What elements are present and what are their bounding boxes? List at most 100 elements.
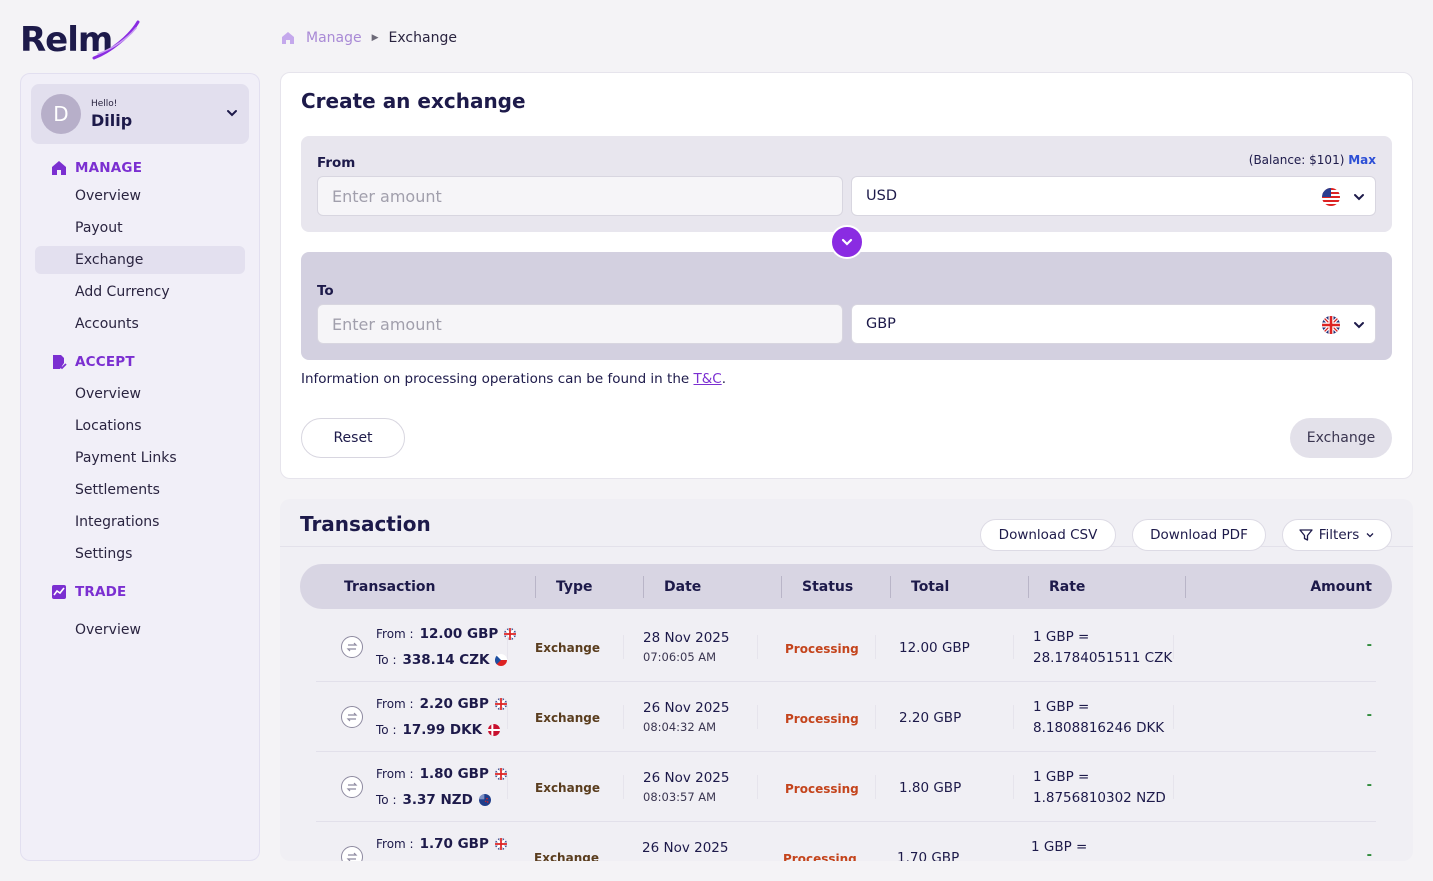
date-cell: 26 Nov 2025: [642, 840, 729, 856]
uk-flag-icon: [494, 698, 507, 710]
type-cell: Exchange: [535, 781, 600, 795]
from-prefix: From :: [376, 627, 414, 641]
status-badge: Processing: [785, 642, 859, 656]
user-name: Dilip: [91, 111, 133, 130]
reset-button[interactable]: Reset: [301, 418, 405, 458]
column-separator: [1013, 705, 1014, 729]
status-badge: Processing: [785, 712, 859, 726]
sidebar-item-manage-overview[interactable]: Overview: [35, 182, 245, 210]
status-badge: Processing: [785, 782, 859, 796]
column-separator: [757, 705, 758, 729]
table-header: Transaction Type Date Status Total Rate …: [300, 564, 1392, 609]
col-total[interactable]: Total: [911, 564, 949, 609]
balance-info: (Balance: $101) Max: [1249, 153, 1376, 167]
sidebar-item-settings[interactable]: Settings: [35, 540, 245, 568]
column-separator: [643, 576, 644, 598]
table-row[interactable]: From : 1.70 GBP Exchange 26 Nov 2025 Pro…: [316, 822, 1376, 861]
column-separator: [1028, 576, 1029, 598]
to-currency-select[interactable]: GBP: [851, 304, 1376, 344]
rate-line-2: 1.8756810302 NZD: [1033, 790, 1166, 806]
chevron-right-icon: ▶: [371, 33, 379, 43]
balance-text: (Balance: $101): [1248, 153, 1345, 167]
sidebar-item-locations[interactable]: Locations: [35, 412, 245, 440]
total-cell: 1.70 GBP: [897, 850, 960, 861]
sidebar-item-accept-overview[interactable]: Overview: [35, 380, 245, 408]
sidebar-item-payout[interactable]: Payout: [35, 214, 245, 242]
col-date[interactable]: Date: [664, 564, 701, 609]
max-button[interactable]: Max: [1348, 153, 1376, 167]
sidebar-item-exchange[interactable]: Exchange: [35, 246, 245, 274]
amount-cell: -: [1366, 638, 1372, 653]
terms-link[interactable]: T&C: [693, 371, 721, 387]
user-menu[interactable]: D Hello! Dilip: [31, 84, 249, 144]
column-separator: [507, 635, 508, 659]
column-separator: [623, 775, 624, 799]
uk-flag-icon: [494, 838, 507, 850]
section-title: MANAGE: [75, 160, 143, 176]
swap-currencies-button[interactable]: [830, 225, 864, 259]
column-separator: [1013, 775, 1014, 799]
breadcrumb-manage-link[interactable]: Manage: [306, 30, 362, 46]
column-separator: [875, 705, 876, 729]
chevron-down-icon[interactable]: [225, 106, 239, 120]
col-transaction[interactable]: Transaction: [344, 564, 436, 609]
uk-flag-icon: [494, 768, 507, 780]
to-panel: To GBP: [301, 252, 1392, 360]
transactions-section: Transaction Download CSV Download PDF Fi…: [280, 499, 1413, 861]
to-line: To : 338.14 CZK: [376, 652, 508, 668]
transactions-title: Transaction: [300, 512, 431, 536]
sidebar-item-add-currency[interactable]: Add Currency: [35, 278, 245, 306]
sidebar-item-integrations[interactable]: Integrations: [35, 508, 245, 536]
home-icon[interactable]: [280, 30, 296, 46]
brand-logo[interactable]: Relm: [20, 18, 140, 62]
amount-cell: -: [1366, 708, 1372, 723]
filters-button[interactable]: Filters: [1282, 519, 1392, 551]
sidebar-item-payment-links[interactable]: Payment Links: [35, 444, 245, 472]
chevron-down-icon: [1354, 194, 1364, 201]
rate-line-1: 1 GBP =: [1033, 699, 1090, 715]
status-badge: Processing: [783, 852, 857, 861]
rate-line-1: 1 GBP =: [1031, 839, 1088, 855]
type-cell: Exchange: [534, 851, 599, 861]
download-csv-button[interactable]: Download CSV: [980, 519, 1116, 551]
rate-line-1: 1 GBP =: [1033, 769, 1090, 785]
sidebar-item-settlements[interactable]: Settlements: [35, 476, 245, 504]
table-row[interactable]: From : 1.80 GBP To : 3.37 NZD Exchange 2…: [316, 752, 1376, 822]
from-currency-select[interactable]: USD: [851, 176, 1376, 216]
col-rate[interactable]: Rate: [1049, 564, 1085, 609]
exchange-button[interactable]: Exchange: [1290, 418, 1392, 458]
column-separator: [623, 635, 624, 659]
to-line: To : 3.37 NZD: [376, 792, 491, 808]
section-title: TRADE: [75, 584, 127, 600]
from-amount: 1.80 GBP: [419, 766, 489, 782]
filters-label: Filters: [1318, 527, 1360, 543]
exchange-arrows-icon: [341, 846, 363, 861]
from-line: From : 1.80 GBP: [376, 766, 507, 782]
avatar: D: [41, 94, 81, 134]
download-pdf-button[interactable]: Download PDF: [1132, 519, 1266, 551]
from-amount-input[interactable]: [317, 176, 843, 216]
column-separator: [875, 775, 876, 799]
to-amount: 17.99 DKK: [402, 722, 483, 738]
table-row[interactable]: From : 12.00 GBP To : 338.14 CZK Exchang…: [316, 612, 1376, 682]
amount-cell: -: [1366, 778, 1372, 793]
to-prefix: To :: [376, 723, 397, 737]
date-cell: 28 Nov 2025: [643, 630, 730, 646]
sidebar-section-manage: MANAGE: [51, 160, 142, 176]
col-status[interactable]: Status: [802, 564, 853, 609]
filter-icon: [1299, 529, 1313, 541]
time-cell: 08:03:57 AM: [643, 790, 717, 804]
rate-line-2: 28.1784051511 CZK: [1033, 650, 1173, 666]
col-amount[interactable]: Amount: [1310, 564, 1372, 609]
create-exchange-card: Create an exchange From (Balance: $101) …: [280, 72, 1413, 479]
col-type[interactable]: Type: [556, 564, 593, 609]
rate-line-2: 8.1808816246 DKK: [1033, 720, 1165, 736]
to-prefix: To :: [376, 653, 397, 667]
cz-flag-icon: [495, 654, 508, 666]
to-amount-input[interactable]: [317, 304, 843, 344]
table-row[interactable]: From : 2.20 GBP To : 17.99 DKK Exchange …: [316, 682, 1376, 752]
sidebar-item-trade-overview[interactable]: Overview: [35, 616, 245, 644]
info-text: Information on processing operations can…: [301, 371, 726, 387]
sidebar-item-accounts[interactable]: Accounts: [35, 310, 245, 338]
us-flag-icon: [1322, 188, 1340, 206]
